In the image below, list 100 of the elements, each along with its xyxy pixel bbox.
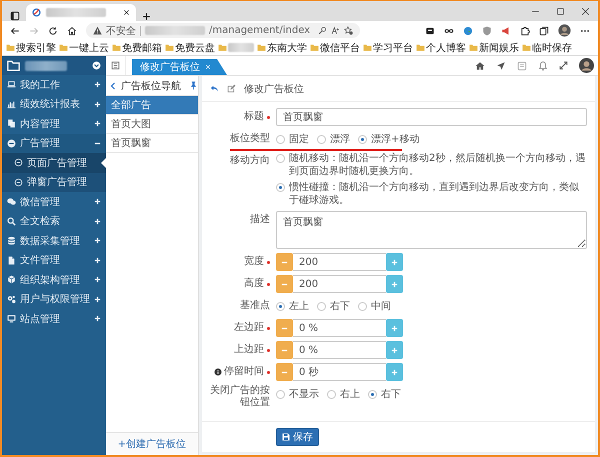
- reply-icon[interactable]: [210, 84, 219, 93]
- list-item[interactable]: 首页大图: [106, 115, 198, 134]
- menu-item[interactable]: 站点管理: [2, 309, 106, 328]
- bookmark-item[interactable]: 搜索引擎: [16, 40, 56, 54]
- documents-icon: [7, 119, 16, 128]
- list-item[interactable]: 全部广告: [106, 96, 198, 115]
- menu-item[interactable]: 组织架构管理: [2, 270, 106, 290]
- expand-icon: [94, 237, 101, 244]
- menu-item[interactable]: 数据采集管理: [2, 231, 106, 250]
- shield-icon[interactable]: [482, 26, 492, 36]
- radio-button[interactable]: [276, 390, 285, 398]
- option-label: 固定: [289, 132, 309, 146]
- home-icon[interactable]: [67, 26, 77, 36]
- puzzle-icon[interactable]: [520, 26, 530, 36]
- close-icon[interactable]: [581, 6, 590, 16]
- field-label: 宽度: [244, 256, 264, 268]
- bar-chart-icon: [7, 100, 16, 109]
- redacted-text: [46, 8, 106, 17]
- menu-item[interactable]: 我的工作: [2, 75, 106, 94]
- bookmark-item[interactable]: 东南大学: [267, 40, 307, 54]
- save-icon: [282, 433, 290, 441]
- field-label: 移动方向: [230, 155, 270, 167]
- radio-button[interactable]: [276, 302, 285, 310]
- field-label: 关闭广告的按钮位置: [209, 385, 270, 409]
- tab-actions-icon[interactable]: [10, 11, 20, 21]
- folder-icon: [416, 43, 425, 52]
- avatar-icon[interactable]: [558, 24, 571, 37]
- collections-icon[interactable]: [539, 26, 549, 36]
- minus-circle-icon: [14, 178, 23, 187]
- menu-item[interactable]: 绩效统计报表: [2, 94, 106, 114]
- extension-icon[interactable]: [425, 26, 435, 36]
- dropdown-icon[interactable]: [92, 61, 101, 70]
- radio-button[interactable]: [276, 154, 285, 163]
- pin-icon[interactable]: [189, 81, 198, 90]
- new-tab-icon[interactable]: [142, 12, 151, 21]
- radio-button[interactable]: [276, 183, 285, 192]
- folder-icon: [165, 43, 174, 52]
- list-item[interactable]: 首页飘窗: [106, 134, 198, 153]
- submenu-item[interactable]: 页面广告管理: [2, 153, 106, 172]
- field-label: 上边距: [234, 344, 264, 356]
- number-field[interactable]: 200: [293, 275, 386, 293]
- megaphone-icon[interactable]: [501, 26, 511, 36]
- text-area[interactable]: 首页飘窗: [276, 211, 587, 249]
- folder-icon: [6, 43, 15, 52]
- create-link[interactable]: +创建广告板位: [106, 432, 198, 455]
- bookmark-item[interactable]: 临时保存: [532, 40, 572, 54]
- radio-button[interactable]: [276, 134, 285, 144]
- save-button[interactable]: 保存: [276, 428, 319, 446]
- menu-item[interactable]: 内容管理: [2, 114, 106, 134]
- option-label: 右下: [381, 388, 401, 400]
- number-field[interactable]: 0 秒: [293, 363, 386, 381]
- radio-button[interactable]: [327, 390, 336, 398]
- radio-button[interactable]: [358, 302, 367, 310]
- globe-icon[interactable]: [463, 26, 473, 36]
- plus-icon: [391, 346, 398, 354]
- folder-icon: [522, 43, 531, 52]
- laptop-icon: [7, 80, 16, 90]
- address-bar[interactable]: 不安全 /management/index: [86, 23, 360, 38]
- refresh-icon[interactable]: [48, 26, 58, 36]
- bookmark-item[interactable]: 免费云盘: [175, 40, 215, 54]
- menu-item[interactable]: 文件管理: [2, 250, 106, 270]
- bookmark-item[interactable]: 学习平台: [373, 40, 413, 54]
- back-chevron-icon[interactable]: [109, 82, 117, 90]
- plus-icon: [391, 368, 398, 376]
- folder-icon: [59, 43, 68, 52]
- field-label: 描述: [250, 214, 270, 226]
- radio-button[interactable]: [317, 302, 326, 310]
- page-tab[interactable]: 修改广告板位: [132, 59, 227, 75]
- plus-icon: [391, 324, 398, 332]
- favorite-add-icon[interactable]: [344, 26, 354, 35]
- list-toggle-icon[interactable]: [111, 61, 120, 70]
- maximize-icon[interactable]: [556, 6, 565, 16]
- menu-item[interactable]: 微信管理: [2, 192, 106, 212]
- bookmark-item[interactable]: 免费邮箱: [122, 40, 162, 54]
- folder-icon: [363, 43, 372, 52]
- number-field[interactable]: 0 %: [293, 341, 386, 359]
- bookmark-item[interactable]: 微信平台: [320, 40, 360, 54]
- radio-button[interactable]: [317, 134, 326, 144]
- panel-title: 广告板位导航: [121, 80, 181, 92]
- back-icon[interactable]: [10, 26, 20, 36]
- option-label: 右上: [340, 388, 360, 400]
- radio-button[interactable]: [368, 390, 377, 398]
- menu-item[interactable]: 全文检索: [2, 212, 106, 231]
- menu-item[interactable]: 用户与权限管理: [2, 290, 106, 309]
- read-aloud-icon[interactable]: [331, 26, 340, 35]
- number-field[interactable]: 200: [293, 253, 386, 271]
- bookmark-item[interactable]: 一键上云: [69, 40, 109, 54]
- menu-item[interactable]: 广告管理: [2, 134, 106, 153]
- bell-icon[interactable]: [538, 60, 548, 70]
- plus-icon: [391, 280, 398, 288]
- home-icon[interactable]: [475, 60, 485, 70]
- input-field[interactable]: 首页飘窗: [276, 108, 587, 126]
- close-icon[interactable]: [123, 9, 130, 16]
- submenu-item[interactable]: 弹窗广告管理: [2, 172, 106, 192]
- bookmark-item[interactable]: 新闻娱乐: [479, 40, 519, 54]
- number-field[interactable]: 0 %: [293, 319, 386, 337]
- avatar-icon[interactable]: [579, 58, 594, 73]
- bookmark-item[interactable]: 个人博客: [426, 40, 466, 54]
- fullscreen-icon[interactable]: [559, 61, 568, 70]
- radio-button[interactable]: [358, 134, 367, 144]
